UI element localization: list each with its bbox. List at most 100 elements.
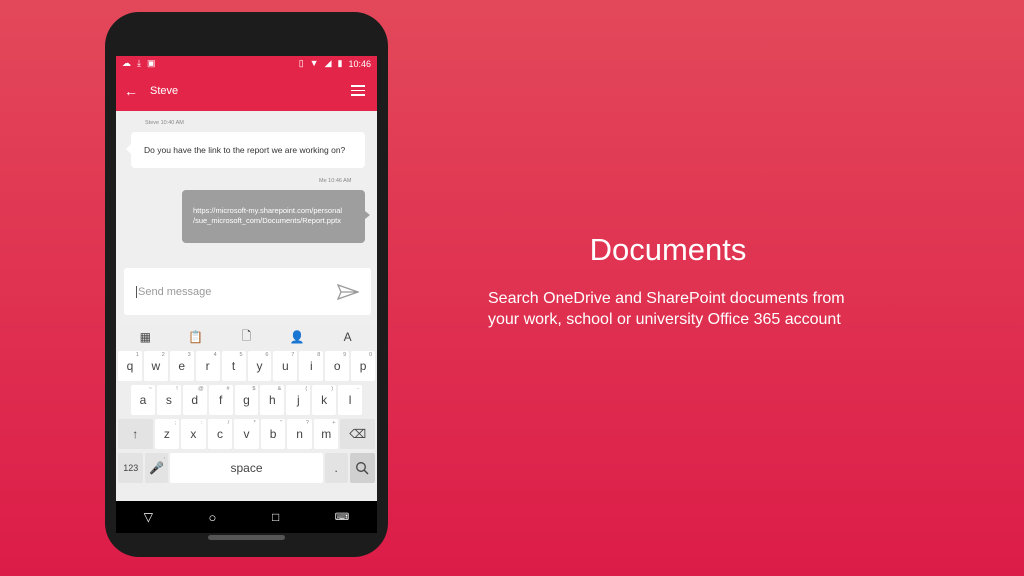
key-r[interactable]: r4 — [195, 351, 220, 381]
key-hint: 5 — [239, 352, 243, 358]
back-arrow-icon[interactable]: ← — [124, 83, 144, 99]
keyboard-row-1: q1w2e3r4t5y6u7i8o9p0 — [116, 349, 377, 383]
feature-description: Search OneDrive and SharePoint documents… — [488, 289, 873, 331]
incoming-message[interactable]: Do you have the link to the report we ar… — [126, 132, 365, 168]
key-n[interactable]: n? — [287, 419, 312, 449]
key-v[interactable]: v * — [234, 419, 259, 449]
row-3-letters: z; x: c / v * b " n? m + — [154, 418, 340, 450]
key-hint: " — [280, 420, 283, 426]
key-label: h — [269, 393, 276, 407]
key-l[interactable]: l- — [338, 385, 363, 415]
outgoing-meta: Me 10:46 AM — [319, 178, 352, 184]
comma-hint: , — [163, 454, 166, 460]
android-nav-bar: ▽ ○ □ ⌨ — [116, 501, 377, 533]
key-d[interactable]: d @ — [182, 385, 207, 415]
compose-box — [124, 268, 371, 315]
key-x[interactable]: x: — [181, 419, 206, 449]
outgoing-message[interactable]: https://microsoft-my.sharepoint.com/pers… — [182, 190, 370, 243]
key-hint: # — [226, 386, 230, 392]
key-label: l — [348, 393, 352, 407]
search-icon — [356, 462, 369, 475]
notification-icon: ▣ — [146, 58, 156, 68]
key-label: i — [309, 359, 313, 373]
key-label: d — [191, 393, 199, 407]
vibrate-icon: ▯ — [298, 58, 304, 68]
key-hint: @ — [198, 386, 204, 392]
incoming-meta: Steve 10:40 AM — [145, 120, 184, 126]
key-label: y — [256, 359, 263, 373]
key-label: p — [359, 359, 367, 373]
key-label: w — [151, 359, 161, 373]
key-i[interactable]: i8 — [299, 351, 324, 381]
key-w[interactable]: w2 — [143, 351, 168, 381]
contact-icon[interactable]: 👤 — [272, 330, 323, 344]
send-icon[interactable] — [337, 283, 359, 300]
feature-description-line1: Search OneDrive and SharePoint documents… — [488, 290, 845, 307]
feature-description-line2: your work, school or university Office 3… — [488, 310, 841, 328]
key-g[interactable]: g $ — [234, 385, 259, 415]
back-triangle-icon[interactable]: ▽ — [144, 510, 153, 524]
key-e[interactable]: e3 — [169, 351, 194, 381]
outgoing-link-line2[interactable]: /sue_microsoft_com/Documents/Report.pptx — [193, 216, 355, 226]
key-hint: ~ — [148, 386, 152, 392]
key-label: n — [296, 427, 303, 441]
key-h[interactable]: h & — [260, 385, 285, 415]
key-label: q — [126, 359, 134, 373]
key-y[interactable]: y6 — [247, 351, 272, 381]
phone-screen: ☁ ⤓ ▣ ▯ ▼ ◢ ▮ 10:46 ← Steve Steve 10:40 … — [116, 56, 377, 533]
key-label: z — [163, 427, 170, 441]
message-input[interactable] — [136, 285, 337, 298]
key-m[interactable]: m + — [313, 419, 339, 449]
key-label: j — [296, 393, 300, 407]
key-hint: 7 — [291, 352, 295, 358]
recents-square-icon[interactable]: □ — [272, 510, 279, 524]
key-hint: / — [227, 420, 230, 426]
key-label: g — [243, 393, 250, 407]
key-q[interactable]: q1 — [118, 351, 142, 381]
key-hint: 6 — [265, 352, 269, 358]
key-s[interactable]: s! — [156, 385, 181, 415]
home-circle-icon[interactable]: ○ — [209, 510, 217, 525]
key-hint: $ — [252, 386, 256, 392]
space-key[interactable]: space — [170, 453, 323, 483]
key-z[interactable]: z; — [154, 419, 180, 449]
keyboard: ▦ 📋 🗋 👤 A q1w2e3r4t5y6u7i8o9p0 a ~ s! d @ f # g… — [116, 325, 377, 501]
key-p[interactable]: p0 — [351, 351, 376, 381]
key-hint: 0 — [369, 352, 373, 358]
keyboard-row-2: a ~ s! d @ f # g $ h & j(k) l - — [116, 383, 377, 417]
chat-area[interactable]: Steve 10:40 AM Do you have the link to t… — [116, 111, 377, 325]
period-key[interactable]: . — [324, 453, 348, 483]
key-t[interactable]: t5 — [221, 351, 246, 381]
key-u[interactable]: u7 — [273, 351, 298, 381]
key-f[interactable]: f # — [208, 385, 233, 415]
key-c[interactable]: c / — [207, 419, 233, 449]
key-label: c — [216, 427, 223, 441]
keyboard-row-3: ↑ z; x: c / v * b " n? m + ⌫ — [116, 417, 377, 451]
key-j[interactable]: j( — [286, 385, 311, 415]
home-indicator — [208, 535, 285, 540]
search-key[interactable] — [349, 453, 376, 483]
microphone-key[interactable]: 🎤, — [145, 453, 169, 483]
backspace-key[interactable]: ⌫ — [340, 419, 375, 449]
key-label: m — [321, 427, 332, 441]
apps-grid-icon[interactable]: ▦ — [120, 330, 171, 344]
signal-icon: ◢ — [324, 58, 332, 68]
shift-key[interactable]: ↑ — [118, 419, 153, 449]
key-hint: ; — [174, 420, 177, 426]
key-k[interactable]: k) — [312, 385, 337, 415]
keyboard-icon[interactable]: ⌨ — [335, 512, 349, 523]
document-icon[interactable]: 🗋 — [221, 327, 272, 348]
key-hint: 3 — [187, 352, 191, 358]
clipboard-icon[interactable]: 📋 — [171, 330, 222, 344]
key-b[interactable]: b " — [260, 419, 286, 449]
key-o[interactable]: o9 — [325, 351, 350, 381]
numbers-key[interactable]: 123 — [118, 453, 144, 483]
key-hint: 4 — [213, 352, 217, 358]
key-label: v — [243, 427, 250, 441]
translate-icon[interactable]: A — [322, 330, 373, 344]
key-hint: ) — [331, 386, 334, 392]
hamburger-menu-icon[interactable] — [351, 85, 365, 96]
outgoing-link-line1[interactable]: https://microsoft-my.sharepoint.com/pers… — [193, 206, 355, 216]
key-a[interactable]: a ~ — [131, 385, 155, 415]
key-hint: & — [277, 386, 282, 392]
